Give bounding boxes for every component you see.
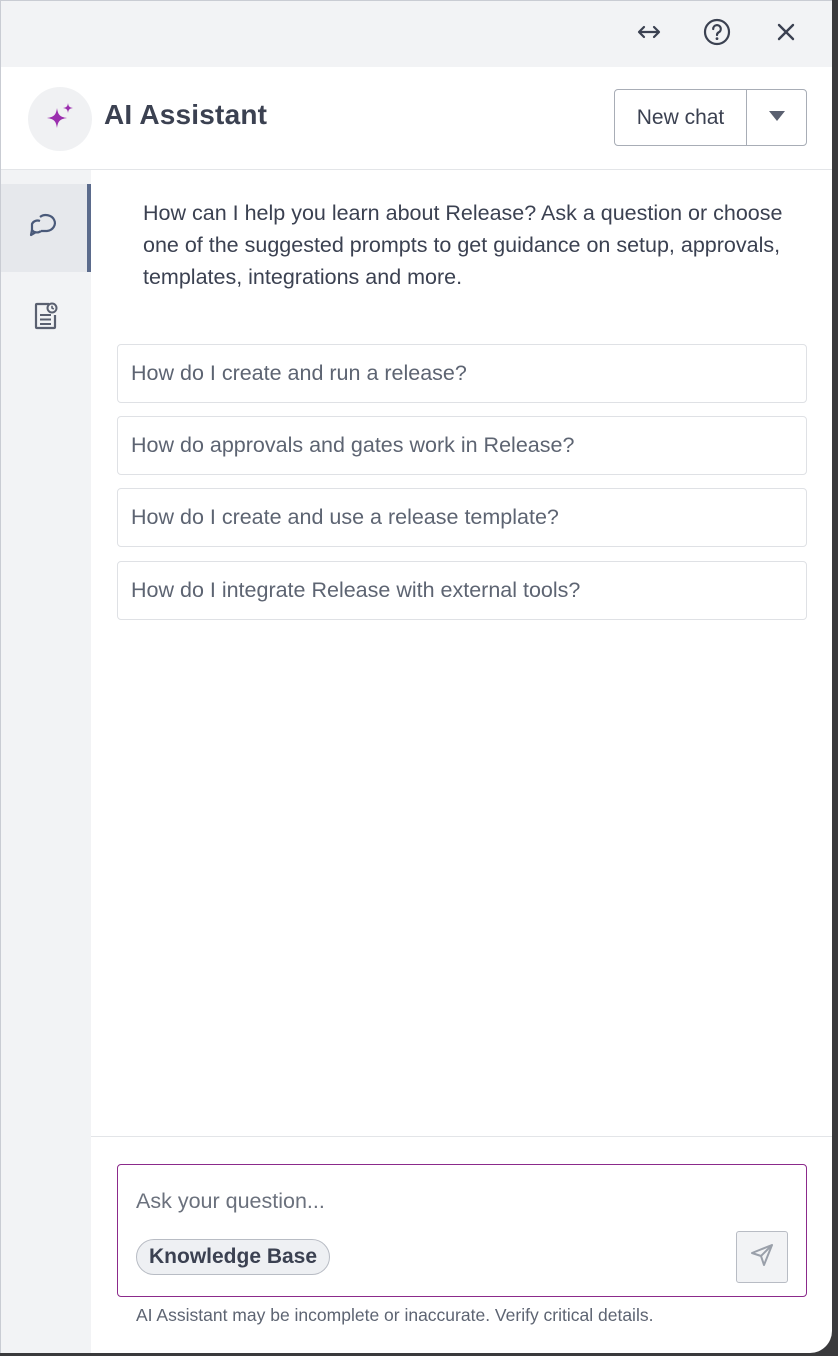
panel-topbar [1, 1, 832, 67]
chat-content: How can I help you learn about Release? … [91, 170, 832, 1136]
expand-button[interactable] [630, 15, 668, 53]
disclaimer-text: AI Assistant may be incomplete or inaccu… [136, 1305, 654, 1325]
composer-divider [91, 1136, 832, 1137]
suggested-prompt[interactable]: How do I create and run a release? [117, 344, 807, 403]
new-chat-split-button: New chat [614, 89, 807, 146]
suggested-prompt[interactable]: How do I create and use a release templa… [117, 488, 807, 547]
horizontal-expand-arrows-icon [636, 25, 662, 44]
suggested-prompt[interactable]: How do I integrate Release with external… [117, 561, 807, 620]
close-x-icon [777, 23, 795, 46]
help-button[interactable] [698, 15, 736, 53]
question-input[interactable] [136, 1189, 736, 1214]
ai-assistant-panel: AI Assistant New chat How can I help you… [0, 0, 832, 1353]
send-button[interactable] [736, 1231, 788, 1283]
chat-bubbles-icon [29, 212, 59, 245]
question-circle-icon [703, 18, 731, 51]
suggested-prompt[interactable]: How do approvals and gates work in Relea… [117, 416, 807, 475]
sidebar-item-history[interactable] [1, 274, 91, 362]
question-composer: Knowledge Base [117, 1164, 807, 1297]
document-history-icon [33, 301, 59, 336]
new-chat-button[interactable]: New chat [615, 90, 747, 145]
knowledge-base-chip[interactable]: Knowledge Base [136, 1239, 331, 1275]
assistant-avatar [28, 87, 92, 151]
paper-plane-send-icon [749, 1242, 775, 1273]
page-title: AI Assistant [104, 99, 268, 130]
caret-down-icon [768, 109, 786, 127]
new-chat-dropdown-button[interactable] [747, 90, 806, 145]
close-button[interactable] [767, 15, 805, 53]
sidebar-item-chat[interactable] [1, 184, 91, 272]
assistant-header: AI Assistant New chat [1, 67, 832, 170]
intro-message: How can I help you learn about Release? … [143, 201, 783, 289]
sidebar [1, 170, 91, 1353]
sparkle-icon [44, 101, 76, 138]
